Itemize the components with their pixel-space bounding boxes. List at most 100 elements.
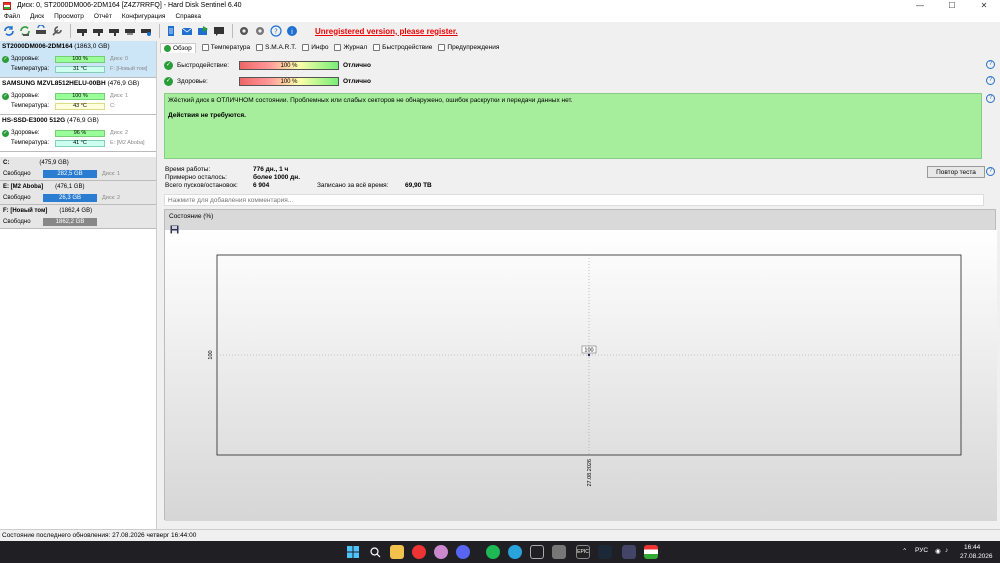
wrench-icon[interactable] bbox=[50, 24, 64, 38]
vivaldi-icon[interactable] bbox=[412, 545, 426, 559]
tab-performance[interactable]: Быстродействие bbox=[373, 44, 432, 51]
tab-alerts[interactable]: Предупреждения bbox=[438, 44, 499, 51]
disk-volume: F: [Новый том] bbox=[110, 66, 148, 72]
starts-label: Всего пусков/остановок: bbox=[165, 181, 238, 189]
temp-bar: 43 °C bbox=[55, 102, 105, 110]
volume-item-e[interactable]: E: [M2 Aboba] (476,1 GB) Свободно 26,3 GB Д… bbox=[0, 181, 156, 205]
start-icon[interactable] bbox=[346, 545, 360, 559]
telegram-icon[interactable] bbox=[508, 545, 522, 559]
volume-disk: Диск: 2 bbox=[102, 194, 121, 201]
volume-disk: Диск: 1 bbox=[102, 170, 121, 177]
remaining-row: Примерно осталось: более 1000 дн. bbox=[165, 173, 317, 181]
disk-test-icon[interactable] bbox=[75, 24, 89, 38]
disk-test-2-icon[interactable] bbox=[91, 24, 105, 38]
hard-disk-sentinel-icon[interactable] bbox=[644, 545, 658, 559]
disk-volume: E: [M2 Aboba] bbox=[110, 140, 145, 146]
disk-item-1[interactable]: SAMSUNG MZVL8512HELU-00BH (476,9 GB) ✓ Зд… bbox=[0, 78, 156, 115]
minimize-button[interactable]: — bbox=[904, 0, 936, 11]
check-icon: ✓ bbox=[2, 129, 9, 137]
health-label: Здоровье: bbox=[177, 78, 208, 85]
disk-number: Диск: 2 bbox=[110, 130, 129, 136]
tray-chevron-icon[interactable]: ⌃ bbox=[902, 547, 907, 555]
svg-text:?: ? bbox=[274, 28, 278, 36]
gear-icon[interactable] bbox=[237, 24, 251, 38]
obsidian-icon[interactable] bbox=[434, 545, 448, 559]
window-title: Диск: 0, ST2000DM006-2DM164 [Z4Z7RRFQ] -… bbox=[17, 2, 242, 9]
uptime-value: 776 дн., 1 ч bbox=[253, 165, 289, 173]
disk-test-4-icon[interactable] bbox=[123, 24, 137, 38]
uptime-row: Время работы: 776 дн., 1 ч bbox=[165, 165, 317, 173]
steam-icon[interactable] bbox=[598, 545, 612, 559]
discord-icon[interactable] bbox=[456, 545, 470, 559]
disk-item-2[interactable]: HS-SSD-E3000 512G (476,9 GB) ✓ Здоровье: 9… bbox=[0, 115, 156, 152]
disk-info-icon[interactable] bbox=[139, 24, 153, 38]
report-icon[interactable] bbox=[164, 24, 178, 38]
tab-info[interactable]: Инфо bbox=[302, 44, 328, 51]
folder-icon[interactable] bbox=[390, 545, 404, 559]
help-icon[interactable]: ? bbox=[269, 24, 283, 38]
language-indicator[interactable]: РУС bbox=[915, 547, 928, 554]
check-icon: ✓ bbox=[164, 77, 173, 86]
tab-temperature[interactable]: Температура bbox=[201, 44, 250, 51]
info-icon[interactable]: i bbox=[285, 24, 299, 38]
close-button[interactable]: ✕ bbox=[968, 0, 1000, 11]
app-window: Диск: 0, ST2000DM006-2DM164 [Z4Z7RRFQ] -… bbox=[0, 0, 1000, 541]
refresh-all-icon[interactable] bbox=[18, 24, 32, 38]
disk-test-3-icon[interactable] bbox=[107, 24, 121, 38]
check-icon bbox=[164, 44, 171, 52]
health-bar: 100 % bbox=[55, 55, 105, 63]
title-bar: Диск: 0, ST2000DM006-2DM164 [Z4Z7RRFQ] -… bbox=[0, 0, 1000, 11]
menu-disk[interactable]: Диск bbox=[30, 13, 44, 20]
health-chart-panel: 100 27.08.2026 100 Состояние (%) bbox=[164, 209, 997, 521]
send-report-icon[interactable] bbox=[196, 24, 210, 38]
help-icon[interactable]: ? bbox=[986, 94, 995, 103]
written-label: Записано за всё время: bbox=[317, 181, 389, 189]
disk-name: SAMSUNG MZVL8512HELU-00BH bbox=[2, 80, 106, 87]
search-icon[interactable] bbox=[368, 545, 382, 559]
network-icon[interactable]: ◉ bbox=[935, 547, 941, 555]
free-space-bar: 282,5 GB bbox=[43, 169, 97, 178]
refresh-icon[interactable] bbox=[2, 24, 16, 38]
clock-date[interactable]: 27.08.2026 bbox=[960, 553, 993, 560]
volume-size: (476,1 GB) bbox=[55, 184, 85, 190]
menu-file[interactable]: Файл bbox=[4, 13, 20, 20]
volume-item-c[interactable]: C: (475,9 GB) Свободно 282,5 GB Диск: 1 bbox=[0, 157, 156, 181]
tab-log[interactable]: Журнал bbox=[334, 44, 367, 51]
menu-help[interactable]: Справка bbox=[175, 13, 201, 20]
message-icon[interactable] bbox=[212, 24, 226, 38]
menu-report[interactable]: Отчёт bbox=[94, 13, 112, 20]
app-icon[interactable] bbox=[530, 545, 544, 559]
help-icon[interactable]: ? bbox=[986, 167, 995, 176]
disk-size: (1863,0 GB) bbox=[74, 43, 110, 50]
maximize-button[interactable]: ☐ bbox=[936, 0, 968, 11]
written-value: 69,90 TB bbox=[405, 181, 432, 189]
temp-label: Температура: bbox=[11, 66, 50, 72]
volume-icon[interactable]: ♪ bbox=[945, 547, 948, 554]
save-icon[interactable] bbox=[170, 225, 179, 234]
help-icon[interactable]: ? bbox=[986, 76, 995, 85]
tab-smart[interactable]: S.M.A.R.T. bbox=[256, 44, 296, 51]
settings-icon[interactable] bbox=[253, 24, 267, 38]
disk-item-0[interactable]: ST2000DM006-2DM164 (1863,0 GB) ✓ Здоровье… bbox=[0, 41, 156, 78]
volume-item-f[interactable]: F: [Новый том] (1862,4 GB) Свободно 1862,2… bbox=[0, 205, 156, 229]
comment-field[interactable]: Нажмите для добавления комментария... bbox=[164, 194, 984, 206]
spotify-icon[interactable] bbox=[486, 545, 500, 559]
volume-name: F: [Новый том] bbox=[3, 208, 48, 214]
app-icon[interactable] bbox=[552, 545, 566, 559]
performance-row: ✓ Быстродействие: 100 % Отлично bbox=[164, 60, 371, 71]
tab-overview[interactable]: Обзор bbox=[160, 42, 196, 53]
app-icon bbox=[3, 1, 11, 10]
mail-icon[interactable] bbox=[180, 24, 194, 38]
app-icon[interactable] bbox=[622, 545, 636, 559]
menu-config[interactable]: Конфигурация bbox=[122, 13, 166, 20]
volume-name: E: [M2 Aboba] bbox=[3, 184, 44, 190]
clock-time[interactable]: 16:44 bbox=[964, 544, 980, 551]
epic-games-icon[interactable]: EPIC bbox=[576, 545, 590, 559]
disk-refresh-icon[interactable] bbox=[34, 24, 48, 38]
menu-view[interactable]: Просмотр bbox=[54, 13, 84, 20]
help-icon[interactable]: ? bbox=[986, 60, 995, 69]
volume-name: C: bbox=[3, 160, 10, 166]
volume-size: (1862,4 GB) bbox=[59, 208, 93, 214]
unregistered-link[interactable]: Unregistered version, please register. bbox=[315, 27, 458, 36]
retest-button[interactable]: Повтор теста bbox=[927, 166, 985, 178]
